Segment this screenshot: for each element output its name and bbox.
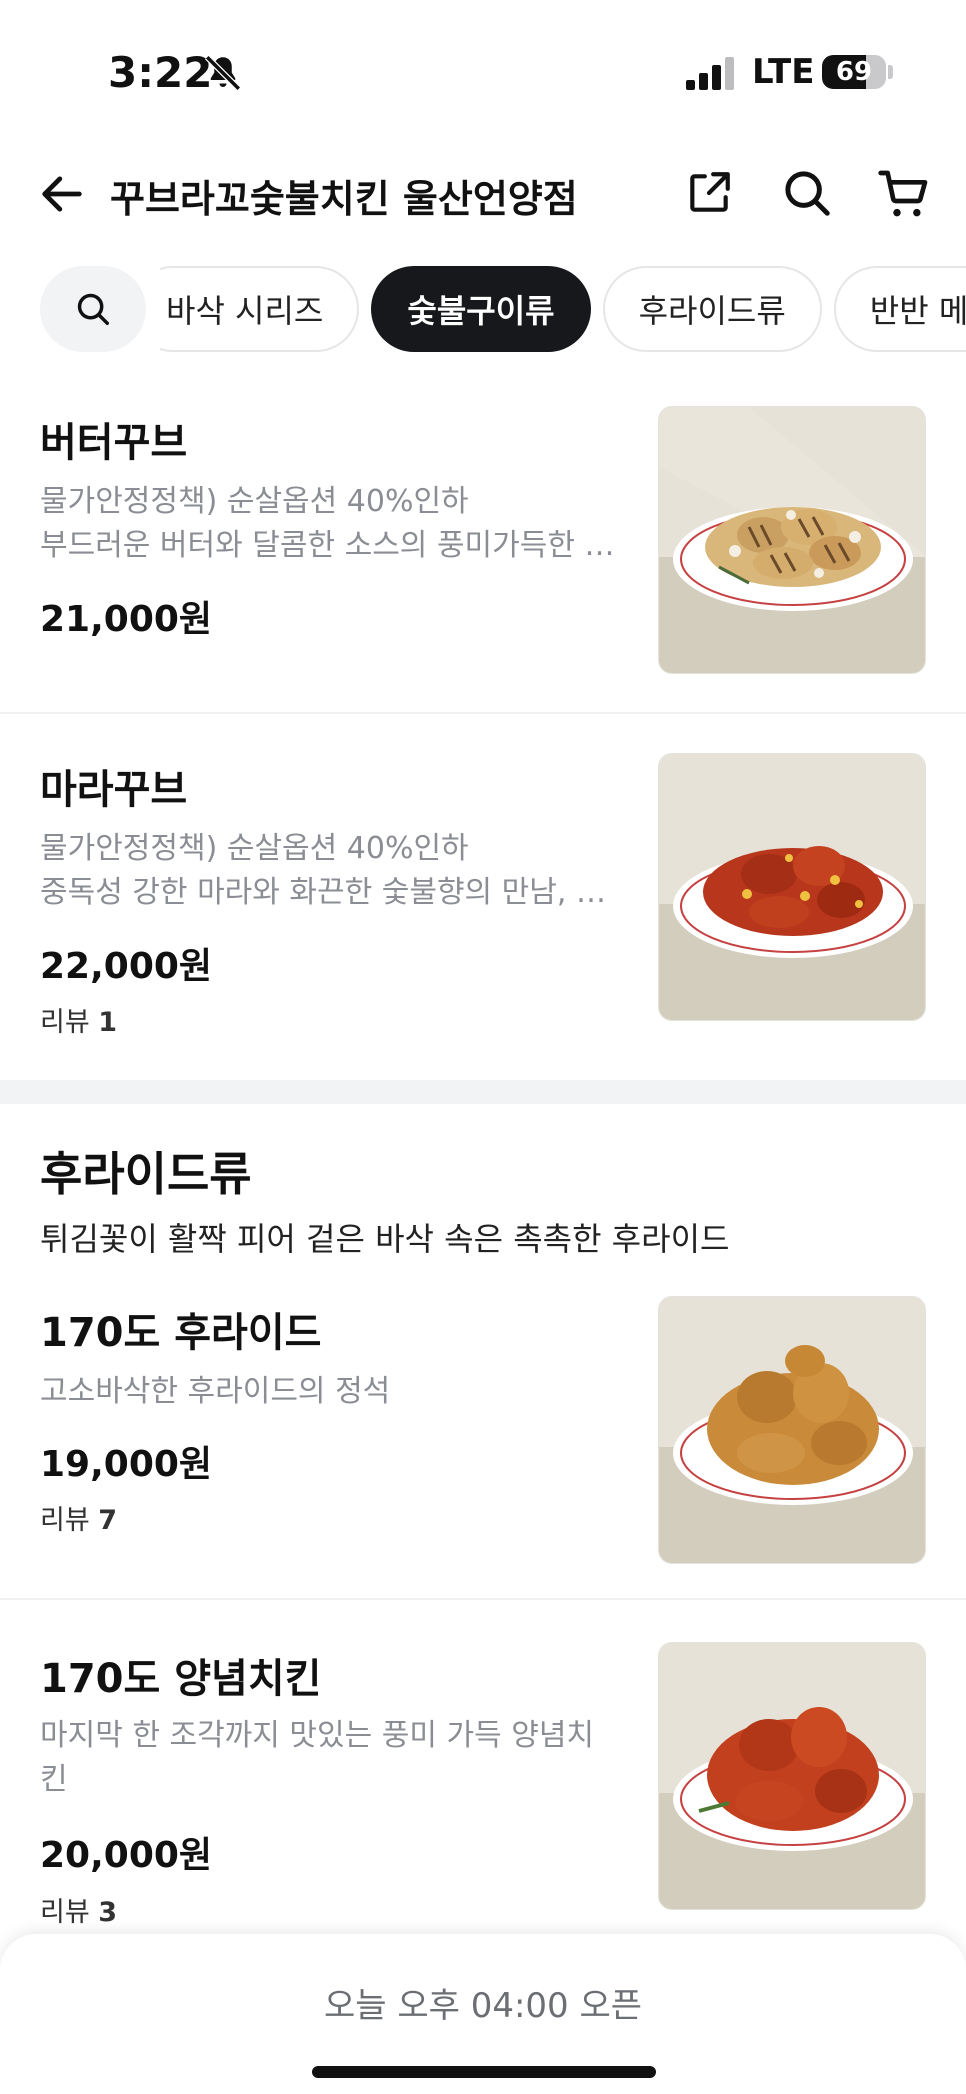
battery-indicator: 69	[822, 55, 886, 89]
tab-strip[interactable]: 바삭 시리즈 숯불구이류 후라이드류 반반 메뉴	[160, 266, 966, 352]
search-icon[interactable]	[780, 166, 834, 220]
item-image-fried-chicken	[658, 1296, 926, 1564]
item-image-seasoned-chicken	[658, 1642, 926, 1910]
item-name: 마라꾸브	[40, 767, 188, 813]
item-review-count: 리뷰 7	[40, 1505, 118, 1536]
bottom-bar: 오늘 오후 04:00 오픈	[0, 1934, 966, 2094]
back-arrow-icon[interactable]	[36, 168, 88, 220]
battery-cap	[888, 65, 893, 79]
signal-icon	[686, 57, 734, 90]
home-indicator[interactable]	[312, 2066, 656, 2078]
item-review-count: 리뷰 3	[40, 1897, 118, 1928]
network-type: LTE	[752, 52, 815, 92]
divider	[0, 1598, 966, 1600]
item-description: 물가안정정책) 순살옵션 40%인하 중독성 강한 마라와 화끈한 숯불향의 만…	[40, 831, 630, 910]
tab-half-half[interactable]: 반반 메뉴	[833, 266, 966, 352]
store-header: 꾸브라꼬숯불치킨 울산언양점	[0, 150, 966, 240]
divider	[0, 712, 966, 714]
item-description: 물가안정정책) 순살옵션 40%인하 부드러운 버터와 달콤한 소스의 풍미가득…	[40, 484, 630, 563]
item-price: 21,000원	[40, 599, 213, 640]
item-price: 22,000원	[40, 946, 213, 987]
tab-crispy-series[interactable]: 바삭 시리즈	[160, 266, 360, 352]
share-icon[interactable]	[684, 168, 734, 218]
category-tabs: 바삭 시리즈 숯불구이류 후라이드류 반반 메뉴	[0, 262, 966, 354]
tab-fried[interactable]: 후라이드류	[602, 266, 822, 352]
status-bar: 3:22 LTE 69	[0, 0, 966, 140]
item-name: 버터꾸브	[40, 420, 188, 466]
item-name: 170도 후라이드	[40, 1310, 322, 1356]
battery-percent: 69	[835, 57, 873, 87]
status-time: 3:22	[108, 48, 213, 97]
section-title: 후라이드류	[40, 1147, 252, 1201]
tab-charcoal-grill[interactable]: 숯불구이류	[371, 266, 591, 352]
bell-muted-icon	[205, 55, 241, 91]
item-image-mala-chicken	[658, 753, 926, 1021]
section-description: 튀김꽃이 활짝 피어 겉은 바삭 속은 촉촉한 후라이드	[40, 1220, 730, 1258]
section-separator	[0, 1080, 966, 1104]
menu-search-button[interactable]	[40, 266, 146, 352]
item-description: 마지막 한 조각까지 맛있는 풍미 가득 양념치 킨	[40, 1718, 595, 1797]
item-name: 170도 양념치킨	[40, 1656, 322, 1702]
item-description: 고소바삭한 후라이드의 정석	[40, 1374, 391, 1409]
item-image-butter-chicken	[658, 406, 926, 674]
cart-icon[interactable]	[876, 166, 932, 222]
search-icon	[77, 293, 109, 325]
store-open-notice: 오늘 오후 04:00 오픈	[323, 1986, 643, 2026]
item-review-count: 리뷰 1	[40, 1007, 118, 1038]
item-price: 20,000원	[40, 1835, 213, 1876]
item-price: 19,000원	[40, 1444, 213, 1485]
store-title: 꾸브라꼬숯불치킨 울산언양점	[110, 177, 578, 221]
